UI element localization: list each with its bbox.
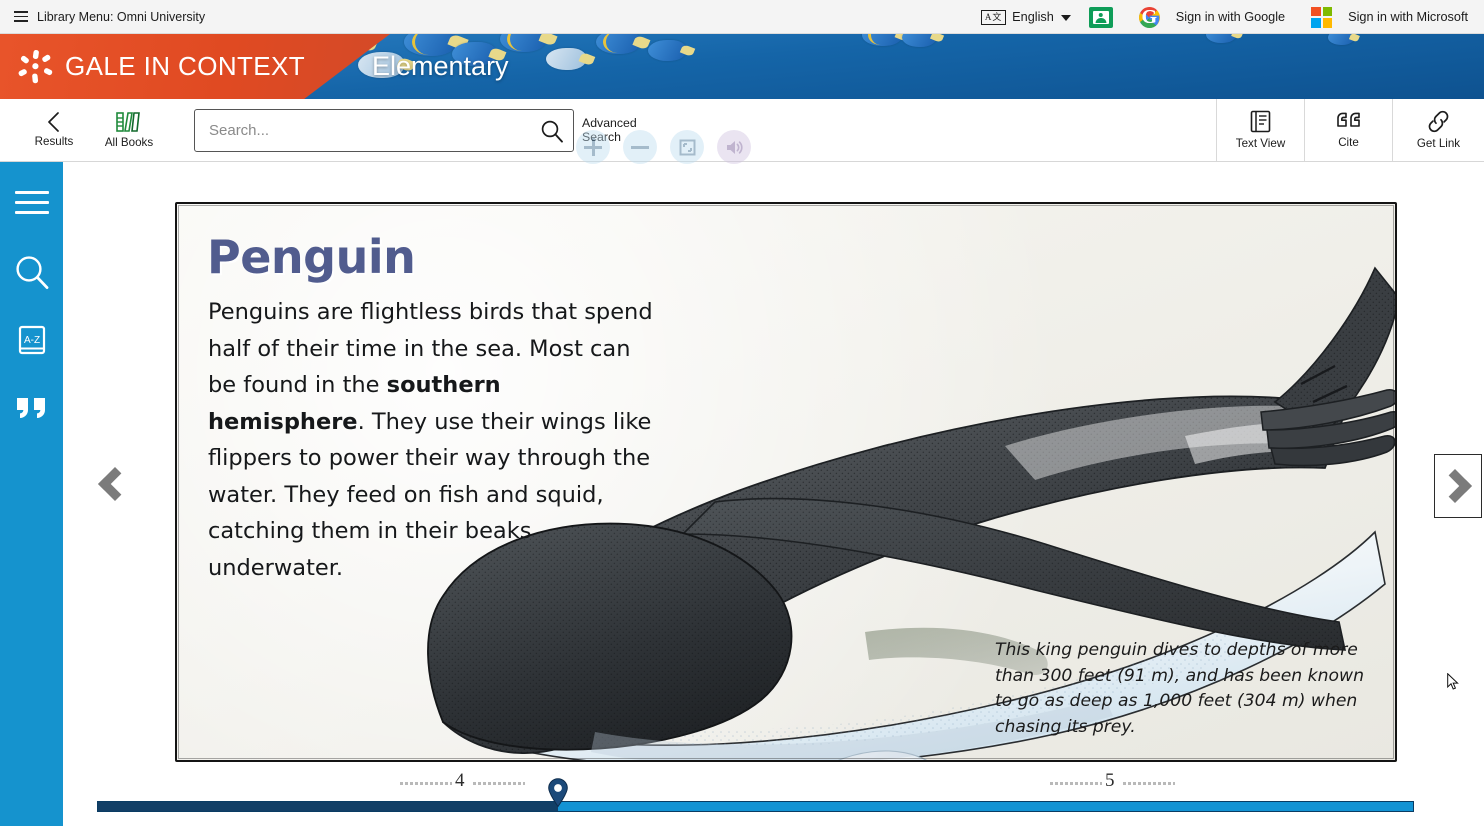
chevron-left-icon xyxy=(48,112,59,133)
microsoft-signin-label: Sign in with Microsoft xyxy=(1348,10,1468,24)
speaker-icon xyxy=(727,140,743,154)
product-name: Elementary xyxy=(372,51,509,81)
page-progress-fill xyxy=(98,802,559,811)
left-navigation-rail: A-Z xyxy=(0,162,63,826)
cite-label: Cite xyxy=(1338,136,1359,150)
zoom-in-button[interactable] xyxy=(576,130,610,164)
next-page-button[interactable] xyxy=(1434,454,1482,518)
search-input[interactable] xyxy=(194,108,574,152)
top-utility-bar: Library Menu: Omni University A文 English… xyxy=(0,0,1484,34)
library-menu-button[interactable]: Library Menu: Omni University xyxy=(14,10,205,24)
quotation-marks-icon xyxy=(16,398,45,418)
all-books-button[interactable]: All Books xyxy=(94,110,164,150)
language-selector[interactable]: A文 English xyxy=(981,9,1071,25)
read-aloud-button[interactable] xyxy=(717,130,751,164)
hamburger-icon xyxy=(14,191,49,215)
book-page-icon xyxy=(1250,110,1271,133)
book-page[interactable]: Penguin Penguins are flightless birds th… xyxy=(175,202,1397,762)
sidebar-item-search[interactable] xyxy=(11,251,53,293)
page-position-marker[interactable] xyxy=(547,778,568,808)
plus-circle-icon xyxy=(583,137,603,157)
search-box xyxy=(194,108,574,152)
translate-icon: A文 xyxy=(981,9,1007,25)
microsoft-squares-icon xyxy=(1311,6,1333,28)
sign-in-with-google-button[interactable]: Sign in with Google xyxy=(1138,6,1286,28)
advanced-search-line1: Advanced xyxy=(582,115,637,130)
chain-link-icon xyxy=(1428,111,1449,133)
library-menu-label: Library Menu: Omni University xyxy=(37,9,206,24)
magnifier-icon xyxy=(15,256,48,289)
get-link-label: Get Link xyxy=(1416,137,1461,151)
fit-page-icon xyxy=(679,139,695,155)
brand-title: GALE IN CONTEXT xyxy=(65,51,306,81)
chevron-right-icon xyxy=(1438,469,1472,503)
get-link-button[interactable]: Get Link xyxy=(1392,99,1484,161)
sidebar-item-menu[interactable] xyxy=(11,182,53,224)
google-signin-label: Sign in with Google xyxy=(1175,10,1286,24)
gale-logo-link[interactable]: GALE IN CONTEXT xyxy=(18,34,305,99)
chevron-down-icon xyxy=(1060,15,1071,21)
article-body-text: Penguins are flightless birds that spend… xyxy=(208,294,653,586)
books-icon xyxy=(116,112,140,133)
google-g-icon xyxy=(1138,6,1160,28)
minus-circle-icon xyxy=(630,137,650,157)
thumbnail-rule xyxy=(473,782,525,785)
results-label: Results xyxy=(34,135,74,149)
search-icon[interactable] xyxy=(539,118,565,144)
language-label: English xyxy=(1012,10,1054,24)
brand-header: GALE IN CONTEXT Elementary xyxy=(0,34,1484,99)
thumbnail-rule xyxy=(1123,782,1175,785)
results-back-button[interactable]: Results xyxy=(26,111,82,149)
text-view-label: Text View xyxy=(1235,137,1286,151)
page-title: Penguin xyxy=(207,230,416,284)
mouse-cursor-icon xyxy=(1447,672,1459,691)
chevron-left-icon xyxy=(98,467,132,501)
page-navigation-strip: 4 5 xyxy=(63,768,1484,826)
quotation-marks-icon xyxy=(1336,112,1360,128)
map-pin-icon xyxy=(548,778,568,808)
utility-bar-right-group: A文 English Sign in with Google xyxy=(981,0,1484,34)
google-classroom-share-button[interactable] xyxy=(1088,6,1113,28)
zoom-out-button[interactable] xyxy=(623,130,657,164)
sign-in-with-microsoft-button[interactable]: Sign in with Microsoft xyxy=(1311,6,1468,28)
az-book-icon: A-Z xyxy=(18,325,45,355)
page-number-left: 4 xyxy=(455,770,465,791)
svg-text:A-Z: A-Z xyxy=(23,335,39,346)
thumbnail-rule xyxy=(400,782,452,785)
figure-caption: This king penguin dives to depths of mor… xyxy=(995,640,1364,737)
page-number-right: 5 xyxy=(1105,770,1115,791)
text-view-button[interactable]: Text View xyxy=(1216,99,1304,161)
sidebar-item-dictionary[interactable]: A-Z xyxy=(11,320,53,362)
sidebar-item-cite[interactable] xyxy=(11,389,53,431)
hamburger-icon xyxy=(14,11,28,22)
document-viewer: Penguin Penguins are flightless birds th… xyxy=(63,130,1484,826)
google-classroom-icon xyxy=(1092,10,1109,24)
thumbnail-rule xyxy=(1050,782,1102,785)
all-books-label: All Books xyxy=(104,136,154,150)
previous-page-button[interactable] xyxy=(89,454,135,514)
toolbar-actions: Text View Cite Get Link xyxy=(1216,99,1484,161)
cite-button[interactable]: Cite xyxy=(1304,99,1392,161)
fit-page-button[interactable] xyxy=(670,130,704,164)
gale-starburst-icon xyxy=(18,49,54,84)
page-tools-overlay xyxy=(576,130,751,164)
page-progress-scrollbar[interactable] xyxy=(97,801,1414,812)
